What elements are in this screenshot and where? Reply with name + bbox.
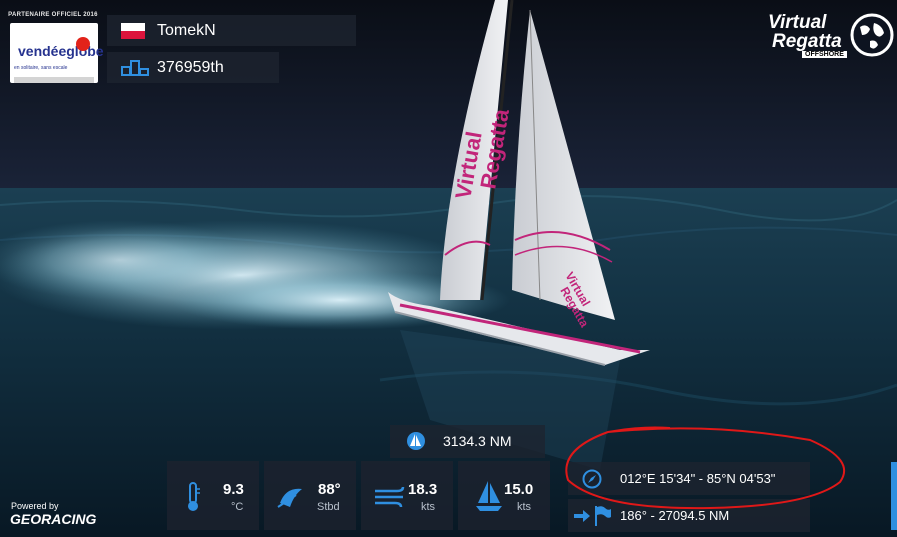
thermometer-icon bbox=[188, 482, 200, 511]
sponsor-logo-subtext: en solitaire, sans escale bbox=[14, 65, 68, 71]
wind-icon bbox=[375, 486, 405, 507]
boat-speed-value: 15.0 bbox=[504, 481, 534, 498]
boat-speed-stat: 15.0 kts bbox=[458, 461, 550, 530]
distance-value: 3134.3 NM bbox=[443, 433, 512, 449]
wind-speed-stat: 18.3 kts bbox=[361, 461, 453, 530]
player-name-panel: TomekN bbox=[107, 15, 356, 46]
brand-line2: Regatta bbox=[772, 31, 842, 52]
distance-panel: 3134.3 NM bbox=[390, 425, 545, 458]
boat-speed-icon bbox=[476, 481, 502, 511]
player-rank: 376959th bbox=[157, 59, 224, 76]
wind-speed-value: 18.3 bbox=[408, 481, 438, 498]
sponsor-emblem-icon bbox=[76, 37, 90, 51]
rank-panel: 376959th bbox=[107, 52, 279, 83]
georacing-label: GEORACING bbox=[10, 511, 97, 527]
sailboat-icon bbox=[407, 432, 425, 450]
globe-icon bbox=[850, 13, 894, 57]
boat-speed-unit: kts bbox=[517, 501, 532, 513]
side-panel-handle[interactable] bbox=[891, 462, 897, 530]
wind-angle-unit: Stbd bbox=[317, 501, 340, 513]
vendee-globe-logo: vendéeglobe en solitaire, sans escale bbox=[10, 23, 104, 83]
sponsor-header: PARTENAIRE OFFICIEL 2016 bbox=[8, 12, 98, 18]
virtual-regatta-logo: Virtual Regatta OFFSHORE bbox=[766, 12, 894, 64]
sponsor-badge: PARTENAIRE OFFICIEL 2016 vendéeglobe en … bbox=[8, 12, 104, 84]
annotation-circle bbox=[565, 426, 846, 510]
player-name: TomekN bbox=[157, 22, 216, 39]
brand-line3: OFFSHORE bbox=[802, 51, 847, 58]
wind-speed-unit: kts bbox=[421, 501, 436, 513]
powered-by-label: Powered by bbox=[11, 501, 59, 511]
wind-angle-icon bbox=[277, 488, 302, 508]
wind-angle-value: 88° bbox=[318, 481, 341, 498]
poland-flag-icon bbox=[121, 23, 145, 39]
temperature-value: 9.3 bbox=[223, 481, 244, 498]
sponsor-strip bbox=[14, 77, 94, 83]
podium-icon bbox=[121, 60, 149, 76]
temperature-unit: °C bbox=[231, 501, 244, 513]
wind-angle-stat: 88° Stbd bbox=[264, 461, 356, 530]
sponsor-logo-text: vendéeglobe bbox=[18, 43, 104, 59]
powered-by-logo: Powered by GEORACING bbox=[10, 500, 120, 532]
temperature-stat: 9.3 °C bbox=[167, 461, 259, 530]
